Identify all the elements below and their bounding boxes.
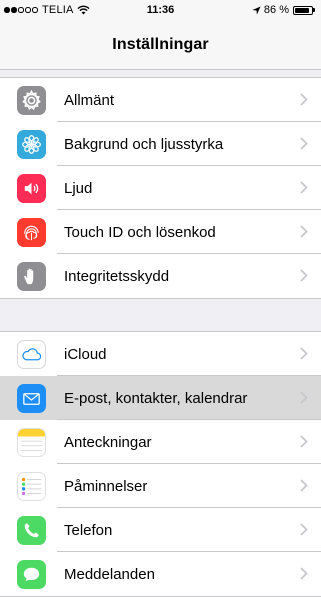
navigation-bar: Inställningar — [0, 20, 321, 70]
settings-row-icloud[interactable]: iCloud — [0, 332, 321, 376]
fingerprint-icon — [17, 218, 46, 247]
battery-tip — [313, 8, 315, 12]
settings-row-label: E-post, kontakter, kalendrar — [64, 390, 248, 407]
gear-icon — [17, 86, 46, 115]
chevron-right-icon — [300, 435, 308, 448]
settings-row-label: Bakgrund och ljusstyrka — [64, 136, 224, 153]
page-title: Inställningar — [112, 36, 209, 53]
settings-row-phone[interactable]: Telefon — [0, 508, 321, 552]
settings-row-label: Meddelanden — [64, 566, 155, 583]
flower-icon — [17, 130, 46, 159]
chevron-right-icon — [300, 347, 308, 360]
battery-status: 86 % — [252, 4, 315, 16]
chevron-right-icon — [300, 269, 308, 282]
settings-row-label: Anteckningar — [64, 434, 152, 451]
settings-row-label: Telefon — [64, 522, 113, 539]
hand-icon — [17, 262, 46, 291]
settings-row-label: Ljud — [64, 180, 93, 197]
settings-row-messages[interactable]: Meddelanden — [0, 552, 321, 596]
location-arrow-icon — [252, 5, 261, 15]
settings-row-notes[interactable]: Anteckningar — [0, 420, 321, 464]
battery-percent: 86 % — [263, 4, 289, 16]
settings-row-label: Touch ID och lösenkod — [64, 224, 216, 241]
settings-group-accounts: iCloud E-post, kontakter, kalendrar Ante… — [0, 331, 321, 597]
status-bar: TELIA 11:36 86 % — [0, 0, 321, 20]
chevron-right-icon — [300, 479, 308, 492]
settings-row-label: iCloud — [64, 346, 107, 363]
notes-icon — [17, 428, 46, 457]
settings-row-privacy[interactable]: Integritetsskydd — [0, 254, 321, 298]
chevron-right-icon — [300, 567, 308, 580]
settings-row-label: Integritetsskydd — [64, 268, 170, 285]
settings-row-label: Allmänt — [64, 92, 115, 109]
chevron-right-icon — [300, 523, 308, 536]
chevron-right-icon — [300, 391, 308, 404]
reminders-icon — [17, 472, 46, 501]
chevron-right-icon — [300, 137, 308, 150]
settings-row-touch-id-passcode[interactable]: Touch ID och lösenkod — [0, 210, 321, 254]
speaker-icon — [17, 174, 46, 203]
settings-row-reminders[interactable]: Påminnelser — [0, 464, 321, 508]
settings-row-mail-contacts-calendars[interactable]: E-post, kontakter, kalendrar — [0, 376, 321, 420]
chevron-right-icon — [300, 93, 308, 106]
phone-icon — [17, 516, 46, 545]
chevron-right-icon — [300, 225, 308, 238]
settings-group-device: Allmänt Bakgrund och ljusstyrka Ljud Tou… — [0, 77, 321, 299]
messages-icon — [17, 560, 46, 589]
cloud-icon — [17, 340, 46, 369]
settings-row-general[interactable]: Allmänt — [0, 78, 321, 122]
battery-fill — [295, 7, 309, 13]
settings-row-sounds[interactable]: Ljud — [0, 166, 321, 210]
mail-icon — [17, 384, 46, 413]
settings-row-wallpaper-brightness[interactable]: Bakgrund och ljusstyrka — [0, 122, 321, 166]
chevron-right-icon — [300, 181, 308, 194]
battery-icon — [293, 5, 313, 15]
settings-row-label: Påminnelser — [64, 478, 148, 495]
